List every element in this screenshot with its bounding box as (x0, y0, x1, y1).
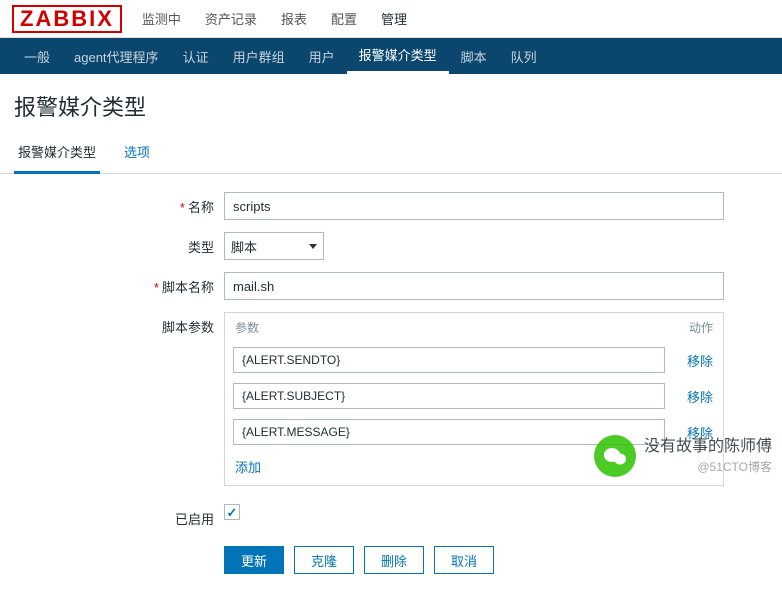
top-header: ZABBIX 监测中 资产记录 报表 配置 管理 (0, 0, 782, 38)
top-nav-reports[interactable]: 报表 (281, 5, 307, 32)
param-row: 移除 (225, 378, 723, 414)
wechat-icon (594, 435, 636, 477)
tabs: 报警媒介类型 选项 (0, 134, 782, 174)
sub-nav-mediatypes[interactable]: 报警媒介类型 (347, 38, 449, 74)
chevron-down-icon (309, 244, 317, 249)
params-header: 参数 动作 (225, 313, 723, 342)
remove-link-1[interactable]: 移除 (673, 387, 715, 406)
top-nav-monitoring[interactable]: 监测中 (142, 5, 181, 32)
watermark-main: 没有故事的陈师傅 (644, 436, 772, 458)
sub-nav-users[interactable]: 用户 (297, 38, 347, 74)
label-type: 类型 (14, 232, 224, 256)
form-area: *名称 类型 脚本 *脚本名称 脚本参数 参数 动作 移除 (0, 174, 782, 594)
top-nav: 监测中 资产记录 报表 配置 管理 (142, 5, 407, 32)
sub-nav-usergroups[interactable]: 用户群组 (221, 38, 297, 74)
clone-button[interactable]: 克隆 (294, 546, 354, 574)
tab-mediatype[interactable]: 报警媒介类型 (14, 134, 100, 174)
row-enabled: 已启用 ✓ (14, 504, 768, 528)
name-input[interactable] (224, 192, 724, 220)
sub-nav-proxy[interactable]: agent代理程序 (62, 38, 171, 74)
sub-nav-scripts[interactable]: 脚本 (449, 38, 499, 74)
param-row: 移除 (225, 342, 723, 378)
params-header-action: 动作 (673, 313, 723, 342)
label-enabled: 已启用 (14, 504, 224, 528)
type-select-value: 脚本 (231, 237, 257, 256)
row-script-name: *脚本名称 (14, 272, 768, 300)
sub-header: 一般 agent代理程序 认证 用户群组 用户 报警媒介类型 脚本 队列 (0, 38, 782, 74)
watermark-sub: @51CTO博客 (644, 459, 772, 476)
watermark: 没有故事的陈师傅 @51CTO博客 (594, 435, 772, 477)
sub-nav-queue[interactable]: 队列 (499, 38, 549, 74)
top-nav-inventory[interactable]: 资产记录 (205, 5, 257, 32)
top-nav-config[interactable]: 配置 (331, 5, 357, 32)
param-input-0[interactable] (233, 347, 665, 373)
tab-options[interactable]: 选项 (120, 134, 154, 173)
enabled-checkbox[interactable]: ✓ (224, 504, 240, 520)
top-nav-admin[interactable]: 管理 (381, 5, 407, 32)
row-name: *名称 (14, 192, 768, 220)
update-button[interactable]: 更新 (224, 546, 284, 574)
check-icon: ✓ (227, 506, 238, 519)
page-title: 报警媒介类型 (0, 74, 782, 134)
remove-link-0[interactable]: 移除 (673, 351, 715, 370)
param-input-1[interactable] (233, 383, 665, 409)
row-type: 类型 脚本 (14, 232, 768, 260)
script-name-input[interactable] (224, 272, 724, 300)
label-name: *名称 (14, 192, 224, 216)
cancel-button[interactable]: 取消 (434, 546, 494, 574)
type-select[interactable]: 脚本 (224, 232, 324, 260)
params-header-param: 参数 (225, 313, 673, 342)
buttons: 更新 克隆 删除 取消 (224, 546, 768, 574)
label-script-name: *脚本名称 (14, 272, 224, 296)
label-script-params: 脚本参数 (14, 312, 224, 336)
add-link[interactable]: 添加 (235, 460, 261, 475)
logo: ZABBIX (12, 5, 122, 33)
sub-nav-auth[interactable]: 认证 (171, 38, 221, 74)
sub-nav-general[interactable]: 一般 (12, 38, 62, 74)
delete-button[interactable]: 删除 (364, 546, 424, 574)
